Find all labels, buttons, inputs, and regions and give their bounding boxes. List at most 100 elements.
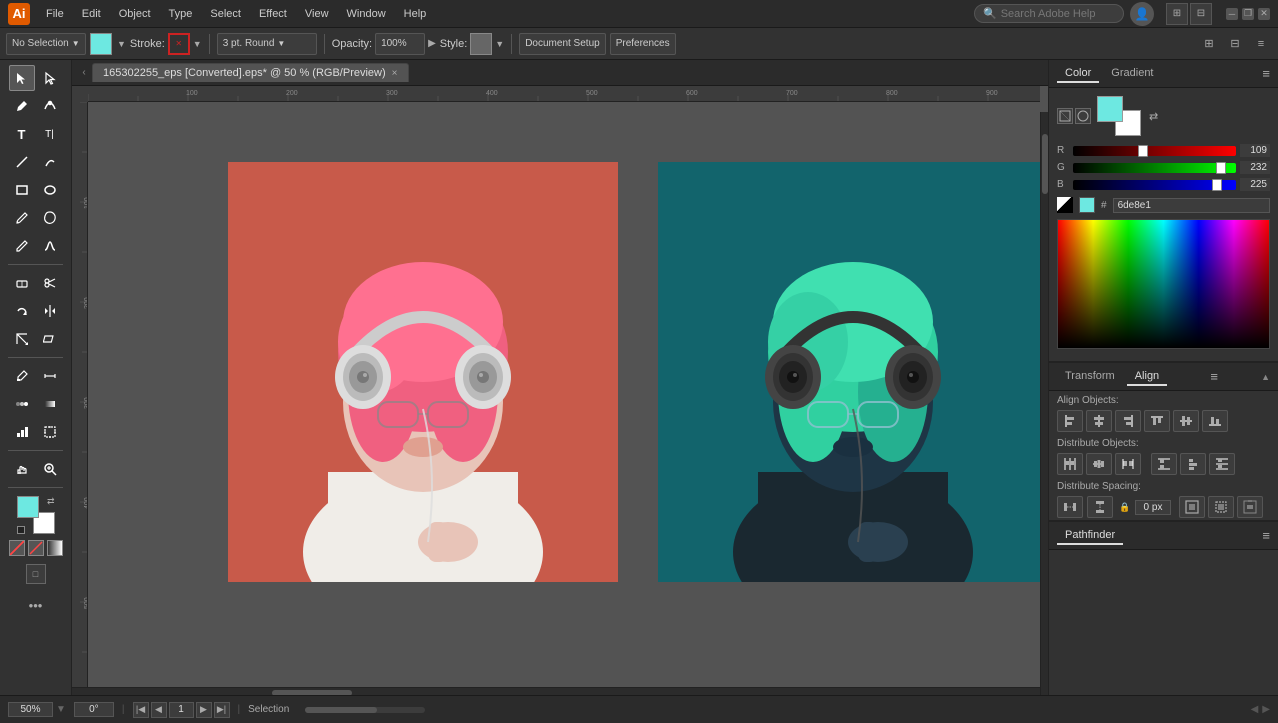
workspace-switch-icon[interactable]: ⊟	[1224, 33, 1246, 55]
vertical-scrollbar-thumb[interactable]	[1042, 134, 1048, 194]
hex-value-input[interactable]	[1113, 198, 1270, 213]
tool-artboard[interactable]	[37, 419, 63, 445]
toolbar-menu-icon[interactable]: ≡	[1250, 33, 1272, 55]
tool-blend[interactable]	[9, 391, 35, 417]
selection-indicator[interactable]: No Selection ▼	[6, 33, 86, 55]
none-icon[interactable]	[28, 540, 44, 556]
tab-scroll-left[interactable]: ‹	[76, 65, 92, 81]
blue-value-input[interactable]	[1240, 178, 1270, 191]
tool-shear[interactable]	[37, 326, 63, 352]
transform-panel-tab[interactable]: Transform	[1057, 368, 1123, 386]
workspace-icon[interactable]: ⊞	[1166, 3, 1188, 25]
distribute-center-v-button[interactable]	[1180, 453, 1206, 475]
tool-blob-brush[interactable]	[37, 205, 63, 231]
distribute-right-button[interactable]	[1115, 453, 1141, 475]
pathfinder-panel-tab[interactable]: Pathfinder	[1057, 527, 1123, 545]
swap-colors-icon[interactable]: ⇄	[47, 496, 55, 507]
tool-gradient[interactable]	[37, 391, 63, 417]
align-bottom-button[interactable]	[1202, 410, 1228, 432]
next-page-button[interactable]: ▶	[196, 702, 212, 718]
menu-type[interactable]: Type	[161, 6, 201, 22]
rotation-input[interactable]	[74, 702, 114, 717]
align-panel-collapse[interactable]: ▲	[1261, 372, 1270, 382]
pathfinder-panel-menu-icon[interactable]: ≡	[1262, 528, 1270, 543]
menu-edit[interactable]: Edit	[74, 6, 109, 22]
first-page-button[interactable]: |◀	[133, 702, 149, 718]
align-to-artboard-button[interactable]	[1237, 496, 1263, 518]
tool-rotate[interactable]	[9, 298, 35, 324]
distribute-center-h-button[interactable]	[1086, 453, 1112, 475]
color-fg-swatch[interactable]	[1097, 96, 1123, 122]
color-model-icon-2[interactable]	[1075, 108, 1091, 124]
zoom-value-input[interactable]	[8, 702, 53, 717]
tool-reflect[interactable]	[37, 298, 63, 324]
tool-type[interactable]: T	[9, 121, 35, 147]
green-slider-thumb[interactable]	[1216, 162, 1226, 174]
tool-rectangle[interactable]	[9, 177, 35, 203]
zoom-dropdown-arrow[interactable]: ▼	[56, 704, 66, 715]
document-setup-button[interactable]: Document Setup	[519, 33, 606, 55]
color-spectrum[interactable]	[1057, 219, 1270, 349]
tool-smooth[interactable]	[37, 233, 63, 259]
vertical-scrollbar[interactable]	[1040, 112, 1048, 695]
tool-measure[interactable]	[37, 363, 63, 389]
tool-arc[interactable]	[37, 149, 63, 175]
align-right-button[interactable]	[1115, 410, 1141, 432]
align-center-v-button[interactable]	[1173, 410, 1199, 432]
tool-direct-select[interactable]	[37, 65, 63, 91]
preferences-button[interactable]: Preferences	[610, 33, 676, 55]
distribute-spacing-lock-icon[interactable]: 🔒	[1117, 499, 1133, 515]
tool-scale[interactable]	[9, 326, 35, 352]
tool-touch-type[interactable]: T|	[37, 121, 63, 147]
blue-slider-track[interactable]	[1073, 180, 1236, 190]
blue-slider-thumb[interactable]	[1212, 179, 1222, 191]
default-colors-icon[interactable]	[17, 526, 25, 534]
arrange-icon[interactable]: ⊟	[1190, 3, 1212, 25]
menu-effect[interactable]: Effect	[251, 6, 295, 22]
color-preview-swatch-color[interactable]	[1079, 197, 1095, 213]
swap-colors-button[interactable]: ⇄	[1149, 110, 1158, 123]
distribute-spacing-h-button[interactable]	[1057, 496, 1083, 518]
change-screen-mode-icon[interactable]: □	[26, 564, 46, 584]
tool-zoom-tool[interactable]	[37, 456, 63, 482]
align-panel-tab[interactable]: Align	[1127, 368, 1167, 386]
color-model-icon-1[interactable]	[1057, 108, 1073, 124]
distribute-spacing-v-button[interactable]	[1087, 496, 1113, 518]
minimize-button[interactable]: ─	[1226, 8, 1238, 20]
style-swatch[interactable]	[470, 33, 492, 55]
distribute-top-button[interactable]	[1151, 453, 1177, 475]
color-panel-tab[interactable]: Color	[1057, 65, 1099, 83]
opacity-expand-icon[interactable]: ▶	[428, 38, 436, 49]
tool-graph[interactable]	[9, 419, 35, 445]
search-box[interactable]: 🔍 Search Adobe Help	[974, 4, 1124, 23]
last-page-button[interactable]: ▶|	[214, 702, 230, 718]
restore-button[interactable]: ❐	[1242, 8, 1254, 20]
green-slider-track[interactable]	[1073, 163, 1236, 173]
menu-help[interactable]: Help	[396, 6, 435, 22]
tool-line[interactable]	[9, 149, 35, 175]
menu-window[interactable]: Window	[339, 6, 394, 22]
distribute-spacing-value[interactable]	[1135, 500, 1171, 515]
red-value-input[interactable]	[1240, 144, 1270, 157]
file-tab-close[interactable]: ×	[392, 68, 398, 79]
menu-select[interactable]: Select	[202, 6, 249, 22]
stroke-width-selector[interactable]: 3 pt. Round ▼	[217, 33, 317, 55]
horizontal-scrollbar-thumb[interactable]	[272, 690, 352, 695]
menu-file[interactable]: File	[38, 6, 72, 22]
arrange-panels-icon[interactable]: ⊞	[1198, 33, 1220, 55]
canvas-viewport[interactable]	[88, 102, 1040, 687]
distribute-left-button[interactable]	[1057, 453, 1083, 475]
align-left-button[interactable]	[1057, 410, 1083, 432]
tool-hand[interactable]	[9, 456, 35, 482]
tool-ellipse[interactable]	[37, 177, 63, 203]
color-fg-bg-pair[interactable]	[1097, 96, 1141, 136]
green-value-input[interactable]	[1240, 161, 1270, 174]
foreground-color-swatch[interactable]	[17, 496, 39, 518]
tool-curvature[interactable]	[37, 93, 63, 119]
user-avatar[interactable]: 👤	[1130, 2, 1154, 26]
tool-pencil[interactable]	[9, 233, 35, 259]
stroke-swatch[interactable]: ✕	[168, 33, 190, 55]
tool-selection[interactable]	[9, 65, 35, 91]
align-center-h-button[interactable]	[1086, 410, 1112, 432]
menu-view[interactable]: View	[297, 6, 337, 22]
